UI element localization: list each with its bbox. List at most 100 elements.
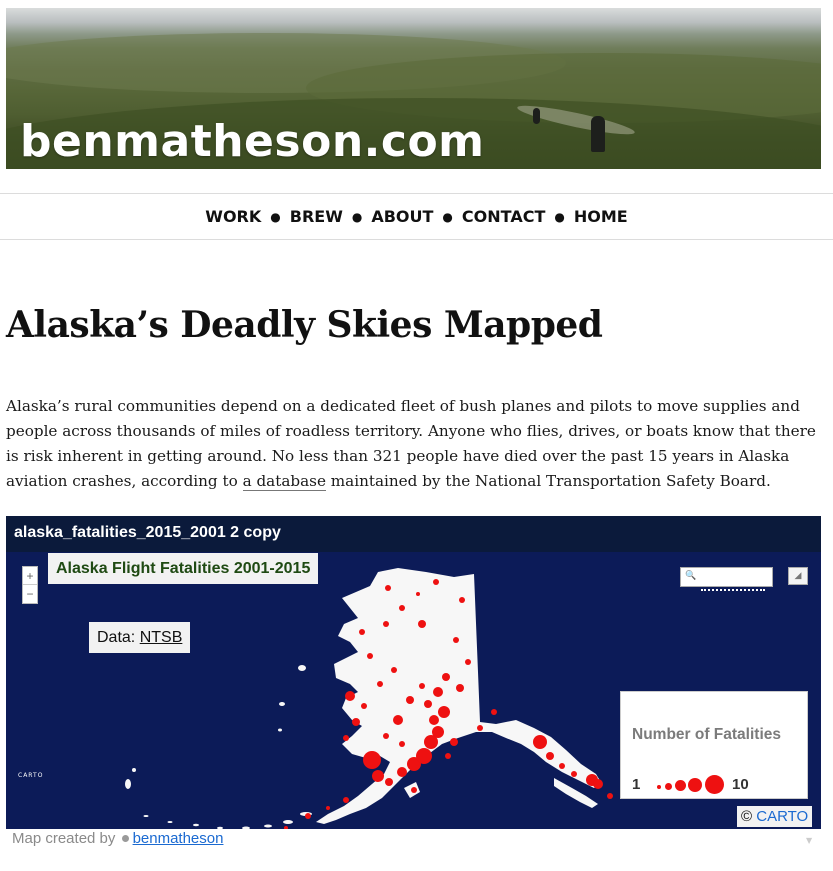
zoom-out-button[interactable]: − xyxy=(23,585,37,603)
carto-attribution-link[interactable]: CARTO xyxy=(756,808,808,825)
legend-title: Number of Fatalities xyxy=(632,726,781,743)
island xyxy=(193,823,199,827)
zoom-in-button[interactable]: + xyxy=(23,567,37,585)
data-label: Data: xyxy=(97,629,140,646)
nav-separator: ● xyxy=(442,209,453,224)
fatality-bubble[interactable] xyxy=(465,659,471,665)
map-search-input[interactable]: 🔍 xyxy=(680,567,773,587)
nav-item-home[interactable]: HOME xyxy=(574,207,628,226)
copyright-symbol: © xyxy=(741,808,753,825)
island xyxy=(143,815,149,817)
fatality-bubble[interactable] xyxy=(361,703,367,709)
fatality-bubble[interactable] xyxy=(305,813,311,819)
header-banner: benmatheson.com xyxy=(6,8,821,169)
fatality-bubble[interactable] xyxy=(593,779,603,789)
fatality-bubble[interactable] xyxy=(352,718,360,726)
fatality-bubble[interactable] xyxy=(406,696,414,704)
main-nav: WORK ● BREW ● ABOUT ● CONTACT ● HOME xyxy=(0,193,833,240)
map-footer: Map created by benmatheson xyxy=(12,830,223,847)
nav-separator: ● xyxy=(351,209,363,224)
fatality-bubble[interactable] xyxy=(399,605,405,611)
fatality-bubble[interactable] xyxy=(559,763,565,769)
fatality-bubble[interactable] xyxy=(326,806,330,810)
fatality-bubble[interactable] xyxy=(445,753,451,759)
fatality-bubble[interactable] xyxy=(284,826,288,829)
island xyxy=(217,826,223,829)
fatality-bubble[interactable] xyxy=(533,735,547,749)
fatality-bubble[interactable] xyxy=(442,673,450,681)
carto-logo[interactable]: CARTO xyxy=(18,772,43,779)
island xyxy=(298,665,306,671)
fatality-bubble[interactable] xyxy=(363,751,381,769)
fatality-bubble[interactable] xyxy=(477,725,483,731)
share-icon[interactable]: ◢ xyxy=(788,567,808,585)
fatality-bubble[interactable] xyxy=(459,597,465,603)
fatality-bubble[interactable] xyxy=(438,706,450,718)
banner-rider xyxy=(591,116,605,152)
data-source-box: Data: NTSB xyxy=(89,622,191,653)
fatality-bubble[interactable] xyxy=(433,687,443,697)
database-link[interactable]: a database xyxy=(242,472,326,491)
fatality-bubble[interactable] xyxy=(432,726,444,738)
fatality-bubble[interactable] xyxy=(372,770,384,782)
fatality-bubble[interactable] xyxy=(385,778,393,786)
fatality-bubble[interactable] xyxy=(359,629,365,635)
ntsb-link[interactable]: NTSB xyxy=(140,629,183,646)
article-headline: Alaska’s Deadly Skies Mapped xyxy=(6,304,603,346)
fatality-bubble[interactable] xyxy=(429,715,439,725)
chevron-down-icon[interactable]: ▼ xyxy=(806,836,812,845)
fatality-bubble[interactable] xyxy=(397,767,407,777)
island xyxy=(278,728,282,732)
legend-bubble xyxy=(657,785,661,789)
fatality-bubble[interactable] xyxy=(419,683,425,689)
nav-item-brew[interactable]: BREW xyxy=(290,207,343,226)
nav-item-contact[interactable]: CONTACT xyxy=(462,207,545,226)
fatality-bubble[interactable] xyxy=(418,620,426,628)
attribution: © CARTO xyxy=(737,806,813,827)
fatality-bubble[interactable] xyxy=(416,748,432,764)
fatality-bubble[interactable] xyxy=(383,621,389,627)
fatality-bubble[interactable] xyxy=(393,715,403,725)
map-legend: Number of Fatalities 1 10 xyxy=(620,691,808,799)
fatality-bubble[interactable] xyxy=(491,709,497,715)
fatality-bubble[interactable] xyxy=(377,681,383,687)
fatality-bubble[interactable] xyxy=(456,684,464,692)
legend-bubble xyxy=(705,775,724,794)
author-link[interactable]: benmatheson xyxy=(133,830,224,847)
legend-bubble xyxy=(675,780,686,791)
fatality-bubble[interactable] xyxy=(424,700,432,708)
fatality-bubble[interactable] xyxy=(343,735,349,741)
fatality-bubble[interactable] xyxy=(607,793,613,799)
fatality-bubble[interactable] xyxy=(383,733,389,739)
fatality-bubble[interactable] xyxy=(546,752,554,760)
fatality-bubble[interactable] xyxy=(453,637,459,643)
island xyxy=(264,824,272,828)
fatality-bubble[interactable] xyxy=(411,787,417,793)
island xyxy=(283,820,293,824)
fatality-bubble[interactable] xyxy=(385,585,391,591)
map-embed-title: alaska_fatalities_2015_2001 2 copy xyxy=(6,516,821,552)
fatality-bubble[interactable] xyxy=(416,592,420,596)
island xyxy=(167,821,173,823)
legend-bubble xyxy=(665,783,672,790)
legend-max-label: 10 xyxy=(732,776,749,793)
legend-min-label: 1 xyxy=(632,776,641,793)
island xyxy=(242,826,250,829)
fatality-bubble[interactable] xyxy=(433,579,439,585)
fatality-bubble[interactable] xyxy=(345,691,355,701)
nav-item-about[interactable]: ABOUT xyxy=(371,207,433,226)
fatality-bubble[interactable] xyxy=(391,667,397,673)
article-intro: Alaska’s rural communities depend on a d… xyxy=(6,394,824,494)
banner-rider xyxy=(533,108,540,124)
site-title[interactable]: benmatheson.com xyxy=(20,116,485,167)
fatality-bubble[interactable] xyxy=(367,653,373,659)
nav-item-work[interactable]: WORK xyxy=(205,207,261,226)
fatality-bubble[interactable] xyxy=(450,738,458,746)
zoom-control: + − xyxy=(22,566,38,604)
nav-separator: ● xyxy=(554,209,565,224)
search-icon: 🔍 xyxy=(685,571,697,581)
fatality-bubble[interactable] xyxy=(571,771,577,777)
fatality-bubble[interactable] xyxy=(343,797,349,803)
fatality-bubble[interactable] xyxy=(399,741,405,747)
island xyxy=(279,702,285,706)
